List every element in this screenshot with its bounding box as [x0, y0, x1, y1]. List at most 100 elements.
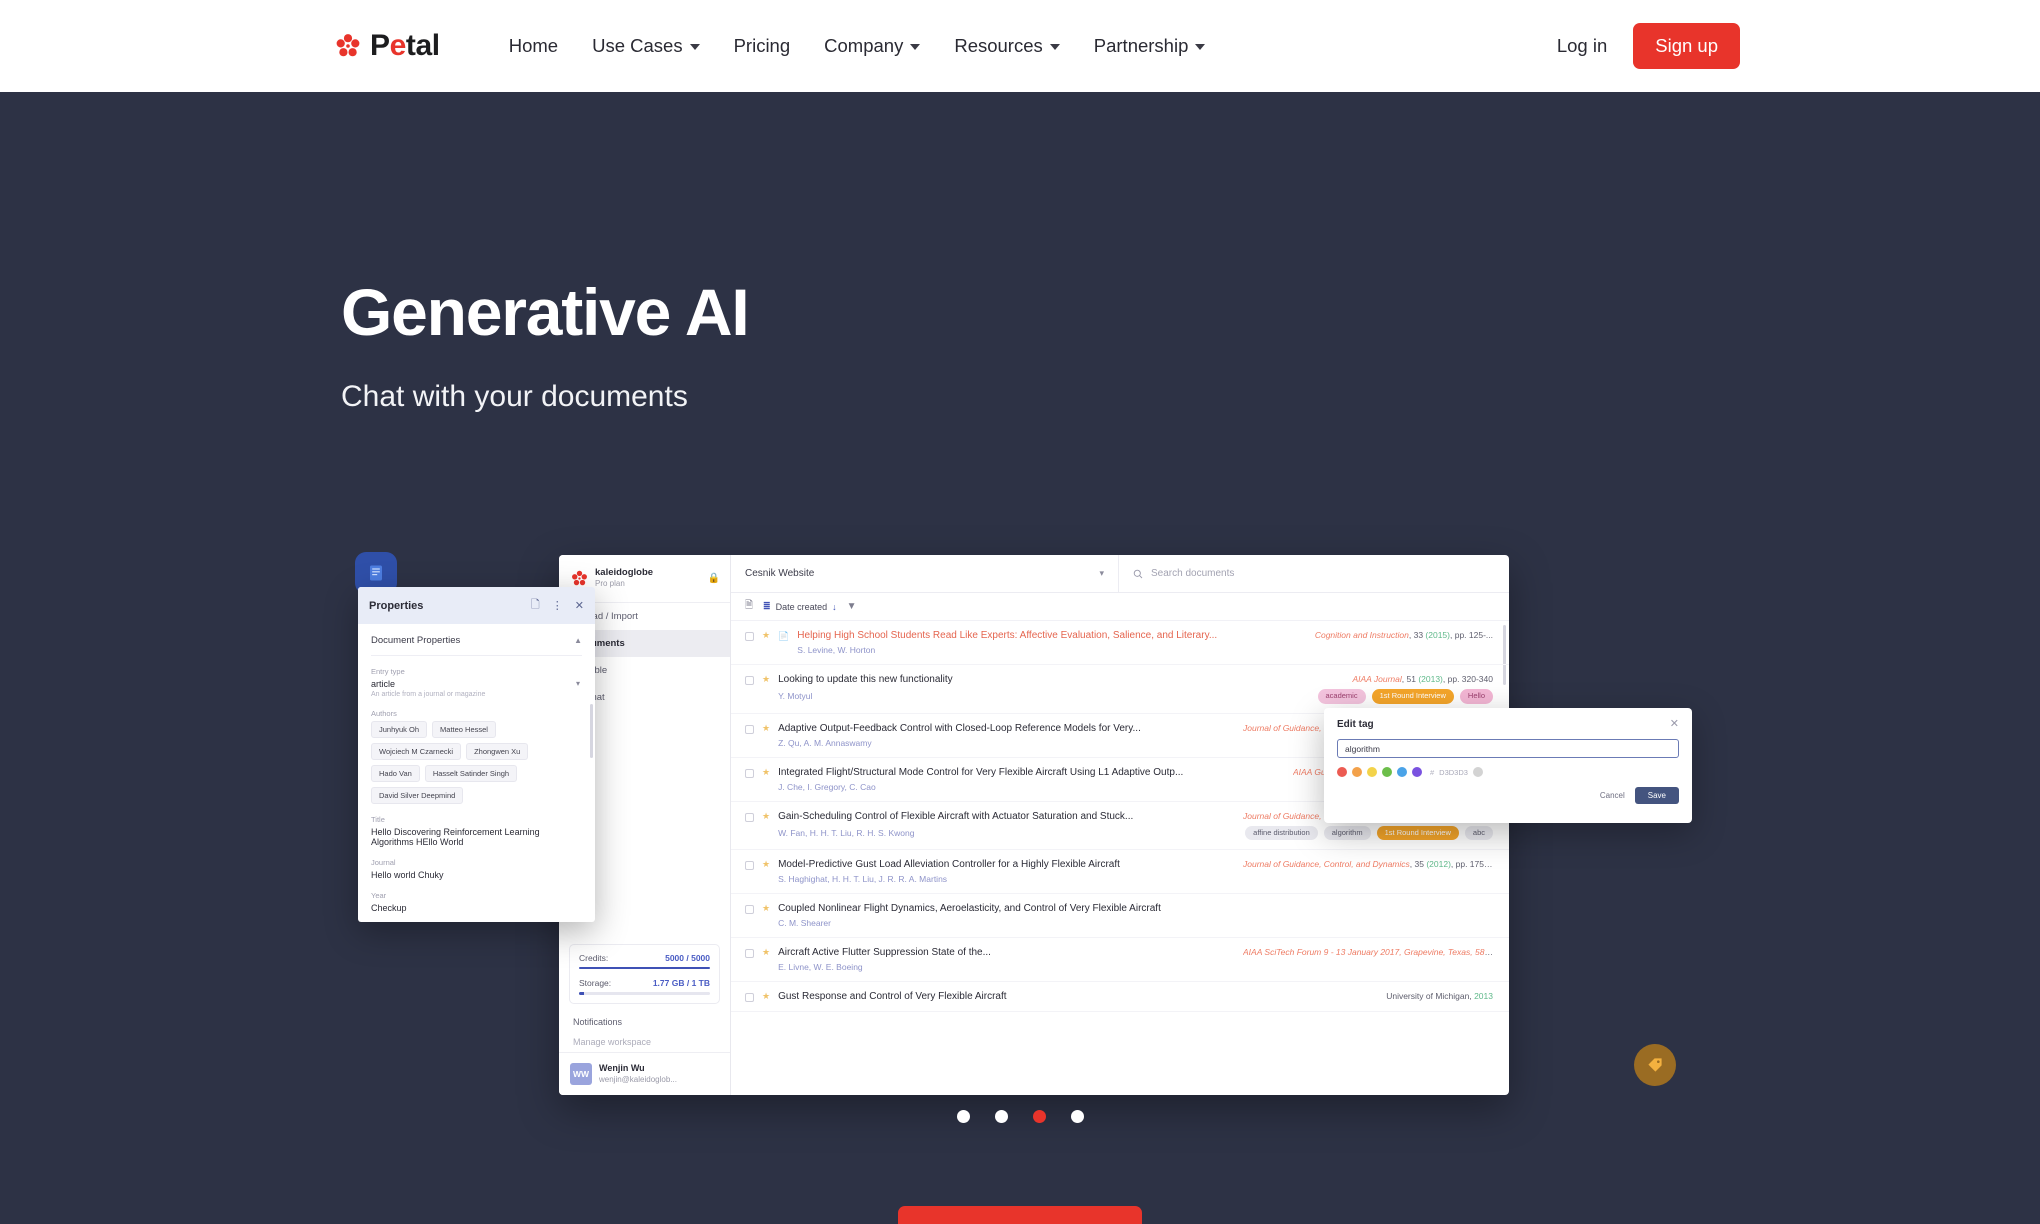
tag-name-input[interactable]: algorithm	[1337, 739, 1679, 758]
star-icon[interactable]: ★	[762, 675, 770, 684]
status-badge[interactable]: Hello	[1459, 689, 1493, 704]
top-navigation-bar: Petal Home Use Cases Pricing Company Res…	[0, 0, 2040, 92]
author-chip[interactable]: Junhyuk Oh	[371, 721, 428, 738]
get-started-free-button[interactable]: Get Started Free	[898, 1206, 1142, 1224]
journal-field[interactable]: Journal Hello world Chuky	[371, 858, 582, 880]
author-chip[interactable]: Hasselt Satinder Singh	[424, 765, 518, 782]
table-row[interactable]: ★ Gust Response and Control of Very Flex…	[731, 982, 1509, 1012]
nav-link-home[interactable]: Home	[492, 25, 575, 67]
nav-link-resources[interactable]: Resources	[937, 25, 1076, 67]
author-chip[interactable]: David Silver Deepmind	[371, 787, 464, 804]
row-checkbox[interactable]	[745, 949, 754, 958]
filter-icon[interactable]: ▼	[847, 601, 857, 612]
sidebar-item-notifications[interactable]: Notifications	[559, 1012, 730, 1032]
color-swatch-red[interactable]	[1337, 767, 1347, 777]
document-title[interactable]: Gust Response and Control of Very Flexib…	[778, 991, 1376, 1002]
user-account-row[interactable]: WW Wenjin Wu wenjin@kaleidoglob...	[559, 1051, 730, 1095]
field-value: article	[371, 679, 396, 689]
color-swatch-blue[interactable]	[1397, 767, 1407, 777]
title-field[interactable]: Title Hello Discovering Reinforcement Le…	[371, 815, 582, 847]
carousel-dot-4[interactable]	[1070, 1110, 1084, 1123]
collection-selector[interactable]: Cesnik Website ▾	[731, 555, 1119, 592]
document-title[interactable]: Helping High School Students Read Like E…	[797, 630, 1305, 641]
year-field[interactable]: Year Checkup	[371, 891, 582, 913]
row-checkbox[interactable]	[745, 676, 754, 685]
carousel-dot-2[interactable]	[994, 1110, 1008, 1123]
star-icon[interactable]: ★	[762, 723, 770, 733]
document-title[interactable]: Model-Predictive Gust Load Alleviation C…	[778, 859, 1233, 870]
sort-control[interactable]: ≣ Date created ↓	[763, 601, 837, 612]
field-label: Entry type	[371, 667, 405, 676]
status-badge[interactable]: 1st Round Interview	[1371, 689, 1454, 704]
table-row[interactable]: ★ Model-Predictive Gust Load Alleviation…	[731, 850, 1509, 894]
star-icon[interactable]: ★	[762, 948, 770, 957]
author-chip[interactable]: Zhongwen Xu	[466, 743, 529, 760]
status-badge[interactable]: affine distribution	[1245, 825, 1318, 840]
document-title[interactable]: Integrated Flight/Structural Mode Contro…	[778, 767, 1283, 778]
row-checkbox[interactable]	[745, 768, 754, 778]
nav-link-partnership[interactable]: Partnership	[1077, 25, 1223, 67]
color-swatch-row: # D3D3D3	[1337, 767, 1679, 777]
carousel-dot-3[interactable]	[1032, 1110, 1046, 1123]
author-chip[interactable]: Matteo Hessel	[432, 721, 496, 738]
color-swatch-current[interactable]	[1472, 767, 1483, 777]
table-row[interactable]: ★ 📄 Helping High School Students Read Li…	[731, 621, 1509, 665]
save-button[interactable]: Save	[1634, 787, 1679, 804]
row-checkbox[interactable]	[745, 905, 754, 914]
table-row[interactable]: ★ Looking to update this new functionali…	[731, 665, 1509, 714]
tag-badge-icon	[1634, 1044, 1676, 1086]
row-checkbox[interactable]	[745, 993, 754, 1002]
entry-type-field[interactable]: Entry type article An article from a jou…	[371, 667, 582, 698]
document-view-icon[interactable]: 🗎	[745, 598, 753, 615]
properties-scrollbar[interactable]	[590, 704, 593, 758]
star-icon[interactable]: ★	[762, 767, 770, 777]
document-title[interactable]: Looking to update this new functionality	[778, 674, 1342, 685]
status-badge[interactable]: academic	[1317, 689, 1366, 704]
status-badge[interactable]: 1st Round Interview	[1376, 825, 1459, 840]
star-icon[interactable]: ★	[762, 992, 770, 1001]
table-row[interactable]: ★ Coupled Nonlinear Flight Dynamics, Aer…	[731, 894, 1509, 938]
status-badge[interactable]: abc	[1464, 825, 1493, 840]
carousel-dot-1[interactable]	[956, 1110, 970, 1123]
search-input[interactable]: Search documents	[1119, 555, 1509, 592]
cancel-button[interactable]: Cancel	[1600, 791, 1625, 800]
hex-value[interactable]: D3D3D3	[1439, 768, 1468, 777]
document-list[interactable]: ★ 📄 Helping High School Students Read Li…	[731, 621, 1509, 1095]
close-icon[interactable]: ✕	[1670, 719, 1679, 730]
document-title[interactable]: Adaptive Output-Feedback Control with Cl…	[778, 723, 1233, 734]
signup-button[interactable]: Sign up	[1633, 23, 1740, 69]
nav-link-use-cases[interactable]: Use Cases	[575, 25, 716, 67]
row-checkbox[interactable]	[745, 861, 754, 870]
star-icon[interactable]: ★	[762, 904, 770, 913]
document-properties-section[interactable]: Document Properties ▲	[371, 635, 582, 656]
document-title[interactable]: Coupled Nonlinear Flight Dynamics, Aeroe…	[778, 903, 1493, 914]
authors-field: Authors Junhyuk Oh Matteo Hessel Wojciec…	[371, 709, 582, 804]
sidebar-item-manage-workspace[interactable]: Manage workspace	[559, 1032, 730, 1052]
section-label: Document Properties	[371, 635, 461, 646]
document-title[interactable]: Aircraft Active Flutter Suppression Stat…	[778, 947, 1233, 958]
document-title[interactable]: Gain-Scheduling Control of Flexible Airc…	[778, 811, 1233, 822]
login-link[interactable]: Log in	[1557, 35, 1607, 57]
row-checkbox[interactable]	[745, 724, 754, 734]
color-swatch-green[interactable]	[1382, 767, 1392, 777]
hero-subtitle: Chat with your documents	[341, 380, 688, 413]
author-chip[interactable]: Wojciech M Czarnecki	[371, 743, 462, 760]
close-icon[interactable]: ✕	[575, 599, 584, 612]
brand-logo[interactable]: Petal	[335, 31, 440, 61]
color-swatch-orange[interactable]	[1352, 767, 1362, 777]
color-swatch-yellow[interactable]	[1367, 767, 1377, 777]
nav-link-company[interactable]: Company	[807, 25, 937, 67]
row-checkbox[interactable]	[745, 812, 754, 822]
author-chip[interactable]: Hado Van	[371, 765, 420, 782]
more-vertical-icon[interactable]: ⋮	[552, 599, 563, 612]
table-row[interactable]: ★ Aircraft Active Flutter Suppression St…	[731, 938, 1509, 982]
star-icon[interactable]: ★	[762, 811, 770, 821]
row-checkbox[interactable]	[745, 632, 754, 641]
color-swatch-purple[interactable]	[1412, 767, 1422, 777]
star-icon[interactable]: ★	[762, 860, 770, 869]
star-icon[interactable]: ★	[762, 631, 770, 640]
status-badge[interactable]: algorithm	[1323, 825, 1371, 840]
nav-link-pricing[interactable]: Pricing	[717, 25, 808, 67]
copy-document-icon[interactable]: 🗋	[531, 596, 540, 615]
nav-link-label: Pricing	[733, 35, 791, 56]
